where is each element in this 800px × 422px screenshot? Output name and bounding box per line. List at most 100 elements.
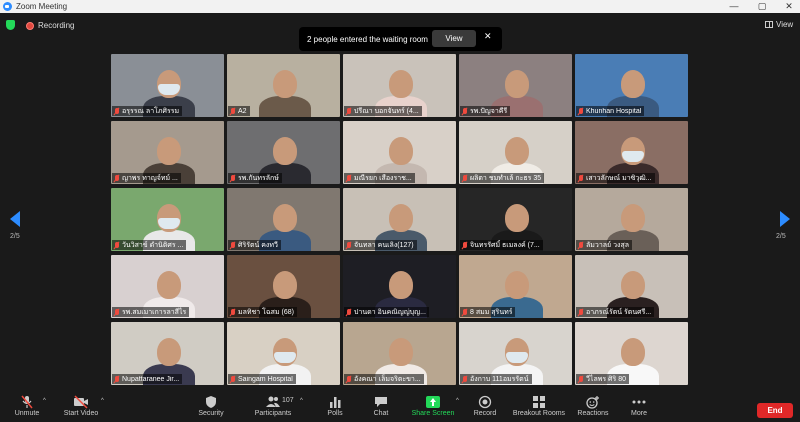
participant-tile[interactable]: เสาวลักษณ์ มาซิวุฒิ... <box>575 121 688 184</box>
minimize-button[interactable]: — <box>723 0 745 13</box>
reactions-smiley-icon <box>586 396 599 409</box>
share-options-chevron-icon[interactable]: ^ <box>456 398 459 404</box>
muted-mic-icon <box>578 241 584 249</box>
muted-mic-icon <box>230 375 236 383</box>
participant-face <box>389 271 413 299</box>
participant-name: มณีรยก เสืองราช... <box>354 174 412 182</box>
chat-label: Chat <box>373 410 389 417</box>
participant-tile[interactable]: วันวิสาข์ ดำนิติศร ... <box>111 188 224 251</box>
recording-label: Recording <box>38 21 75 30</box>
participants-count: 107 <box>282 397 294 404</box>
reactions-label: Reactions <box>577 410 609 417</box>
participant-face <box>505 70 529 98</box>
video-gallery-grid: อรุรรณ ลาโภศิรรม A2 ปรีณา บอกจันทร์ (4... ร… <box>111 54 689 385</box>
previous-page-arrow-icon[interactable] <box>10 211 20 227</box>
muted-mic-icon <box>462 107 468 115</box>
waiting-room-message: 2 people entered the waiting room <box>307 34 428 44</box>
security-button[interactable]: Security <box>197 395 225 422</box>
breakout-rooms-button[interactable]: Breakout Rooms <box>512 395 566 422</box>
next-page-arrow-icon[interactable] <box>780 211 790 227</box>
participant-tile[interactable]: 8 สมม สุรินทร์ <box>459 255 572 318</box>
participant-tile[interactable]: รพ.กันทรลักษ์ <box>227 121 340 184</box>
participant-nameplate: รพ.ปัญจาคีรี <box>460 106 511 116</box>
participant-name: วีไลพร ศิริ 80 <box>586 375 626 383</box>
participant-tile[interactable]: ศิริรัตน์ คงทวี <box>227 188 340 251</box>
participant-name: รพ.ปัญจาคีรี <box>470 107 508 115</box>
participant-tile[interactable]: ปรีณา บอกจันทร์ (4... <box>343 54 456 117</box>
participant-tile[interactable]: ผลิตา ชมทำเล้ กะธร 35 <box>459 121 572 184</box>
participant-tile[interactable]: A2 <box>227 54 340 117</box>
breakout-rooms-icon <box>533 396 545 408</box>
more-button[interactable]: More <box>628 395 650 422</box>
maximize-button[interactable]: ▢ <box>751 0 773 13</box>
participant-tile[interactable]: มลทิชา โฉสม (68) <box>227 255 340 318</box>
window-titlebar: Zoom Meeting — ▢ ✕ <box>0 0 800 13</box>
end-meeting-button[interactable]: End <box>757 403 793 418</box>
participant-nameplate: ลัมวาลย์ วงสุล <box>576 240 633 250</box>
participant-tile[interactable]: Saingam Hospital <box>227 322 340 385</box>
participant-tile[interactable]: จันทลา คนเลิง(127) <box>343 188 456 251</box>
participant-tile[interactable]: Nupattaranee Jir... <box>111 322 224 385</box>
participant-name: ผลิตา ชมทำเล้ กะธร 35 <box>470 174 542 182</box>
participant-tile[interactable]: ลัมวาลย์ วงสุล <box>575 188 688 251</box>
participant-tile[interactable]: รพ.สมเมาเการลาสีไร <box>111 255 224 318</box>
participant-tile[interactable]: อังกาบ 111อมรรัตน์ <box>459 322 572 385</box>
muted-mic-icon <box>346 107 352 115</box>
participant-name: อังคณา เล็มจริตะขา... <box>354 375 421 383</box>
participant-nameplate: อรุรรณ ลาโภศิรรม <box>112 106 183 116</box>
participant-face <box>273 204 297 232</box>
muted-mic-icon <box>346 241 352 249</box>
participant-name: วันวิสาข์ ดำนิติศร ... <box>122 241 184 249</box>
start-video-label: Start Video <box>63 410 99 417</box>
muted-mic-icon <box>114 107 120 115</box>
banner-close-icon[interactable]: ✕ <box>484 31 492 42</box>
participant-tile[interactable]: อาภรณ์รัตน์ รัตนศรี... <box>575 255 688 318</box>
participant-tile[interactable]: จินทรรัศมิ์ ธเมลงค์ (7... <box>459 188 572 251</box>
participant-face <box>621 271 645 299</box>
participant-tile[interactable]: วีไลพร ศิริ 80 <box>575 322 688 385</box>
page-indicator-left: 2/5 <box>10 233 20 240</box>
reactions-button[interactable]: Reactions <box>577 395 609 422</box>
participant-name: อังกาบ 111อมรรัตน์ <box>470 375 529 383</box>
participant-name: เสาวลักษณ์ มาซิวุฒิ... <box>586 174 652 182</box>
encryption-shield-icon[interactable] <box>6 20 15 30</box>
participant-face <box>157 137 181 165</box>
participant-face <box>389 204 413 232</box>
record-button[interactable]: Record <box>473 395 497 422</box>
share-screen-button[interactable]: Share Screen <box>412 395 454 422</box>
polls-button[interactable]: Polls <box>325 395 345 422</box>
participant-nameplate: 8 สมม สุรินทร์ <box>460 307 516 317</box>
participant-name: 8 สมม สุรินทร์ <box>470 308 513 316</box>
view-button[interactable]: View <box>765 20 793 29</box>
participant-face <box>505 137 529 165</box>
participant-tile[interactable]: ปานดา อินคณิญญ่บุญ... <box>343 255 456 318</box>
participant-nameplate: Nupattaranee Jir... <box>112 374 183 384</box>
participant-tile[interactable]: ญาพร ทาญจ์ทม์ ... <box>111 121 224 184</box>
participant-tile[interactable]: มณีรยก เสืองราช... <box>343 121 456 184</box>
participant-name: ญาพร ทาญจ์ทม์ ... <box>122 174 178 182</box>
participant-tile[interactable]: อังคณา เล็มจริตะขา... <box>343 322 456 385</box>
audio-options-chevron-icon[interactable]: ^ <box>43 398 46 404</box>
participant-face <box>621 204 645 232</box>
participants-options-chevron-icon[interactable]: ^ <box>300 398 303 404</box>
participant-nameplate: มณีรยก เสืองราช... <box>344 173 415 183</box>
participant-tile[interactable]: Khunhan Hospital <box>575 54 688 117</box>
muted-mic-icon <box>578 308 584 316</box>
participant-tile[interactable]: รพ.ปัญจาคีรี <box>459 54 572 117</box>
participant-tile[interactable]: อรุรรณ ลาโภศิรรม <box>111 54 224 117</box>
face-mask <box>158 218 180 229</box>
video-options-chevron-icon[interactable]: ^ <box>101 398 104 404</box>
unmute-button[interactable]: Unmute <box>12 395 42 422</box>
start-video-button[interactable]: Start Video <box>63 395 99 422</box>
participant-name: รพ.กันทรลักษ์ <box>238 174 279 182</box>
participant-face <box>273 70 297 98</box>
participant-nameplate: วันวิสาข์ ดำนิติศร ... <box>112 240 187 250</box>
chat-button[interactable]: Chat <box>371 395 391 422</box>
waiting-room-view-button[interactable]: View <box>432 30 476 47</box>
participant-nameplate: มลทิชา โฉสม (68) <box>228 307 297 317</box>
participant-name: อาภรณ์รัตน์ รัตนศรี... <box>586 308 652 316</box>
close-button[interactable]: ✕ <box>778 0 800 13</box>
participant-face <box>621 338 645 366</box>
muted-mic-icon <box>230 174 236 182</box>
participant-nameplate: จันทลา คนเลิง(127) <box>344 240 417 250</box>
